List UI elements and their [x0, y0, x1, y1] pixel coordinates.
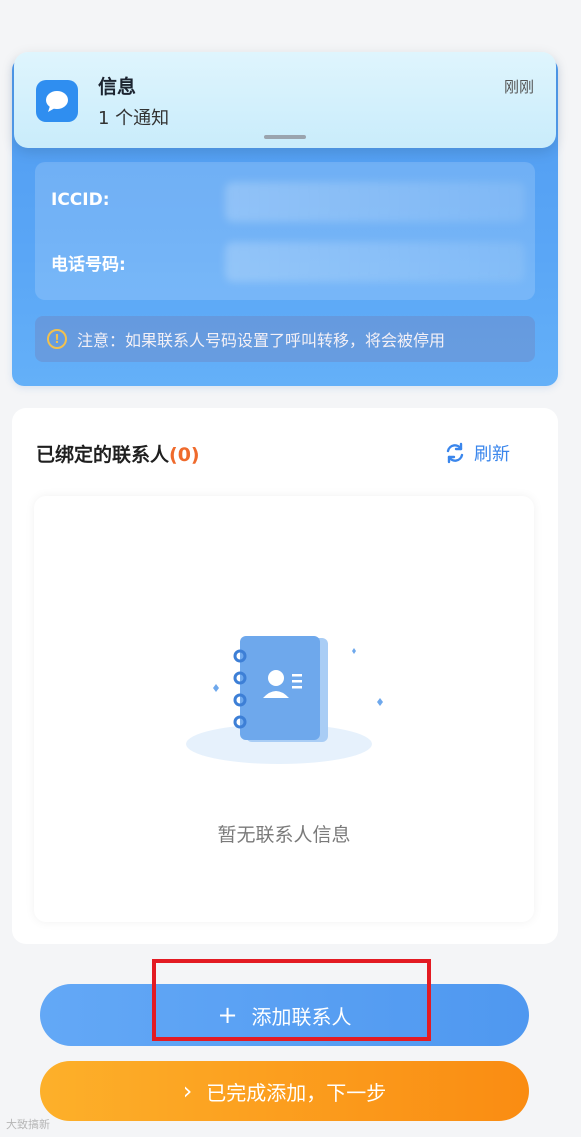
next-step-label: 已完成添加，下一步	[206, 1080, 387, 1105]
empty-state-text: 暂无联系人信息	[217, 824, 351, 846]
chevron-right-icon: ›	[182, 1077, 193, 1105]
notification-banner[interactable]: 信息 1 个通知 刚刚	[14, 52, 556, 148]
contacts-title: 已绑定的联系人(0)	[36, 440, 200, 467]
iccid-value-redacted	[225, 182, 525, 222]
contacts-count: (0)	[169, 444, 200, 466]
notice-text: 注意：如果联系人号码设置了呼叫转移，将会被停用	[77, 331, 446, 350]
call-forward-notice: ! 注意：如果联系人号码设置了呼叫转移，将会被停用	[35, 316, 535, 362]
warning-icon: !	[47, 329, 67, 349]
notification-app-name: 信息	[98, 76, 137, 98]
bound-contacts-card: 已绑定的联系人(0) 刷新 暂无联系人信息	[12, 408, 558, 944]
address-book-icon	[184, 626, 384, 770]
sim-info-panel: ICCID: 电话号码:	[35, 162, 535, 300]
empty-state: 暂无联系人信息	[34, 496, 534, 922]
watermark: 大致搞新	[6, 1118, 50, 1131]
next-step-button[interactable]: › 已完成添加，下一步	[40, 1061, 529, 1121]
contacts-title-text: 已绑定的联系人	[36, 444, 170, 466]
phone-value-redacted	[225, 242, 525, 282]
notification-time: 刚刚	[503, 78, 534, 96]
drag-handle[interactable]	[264, 135, 306, 139]
iccid-label: ICCID:	[51, 190, 110, 210]
refresh-button[interactable]: 刷新	[444, 440, 510, 466]
refresh-icon	[446, 442, 464, 464]
phone-label: 电话号码:	[51, 255, 126, 275]
notification-summary: 1 个通知	[98, 108, 170, 129]
refresh-label: 刷新	[474, 444, 510, 465]
messages-app-icon	[36, 80, 78, 122]
red-highlight-box	[152, 959, 431, 1041]
